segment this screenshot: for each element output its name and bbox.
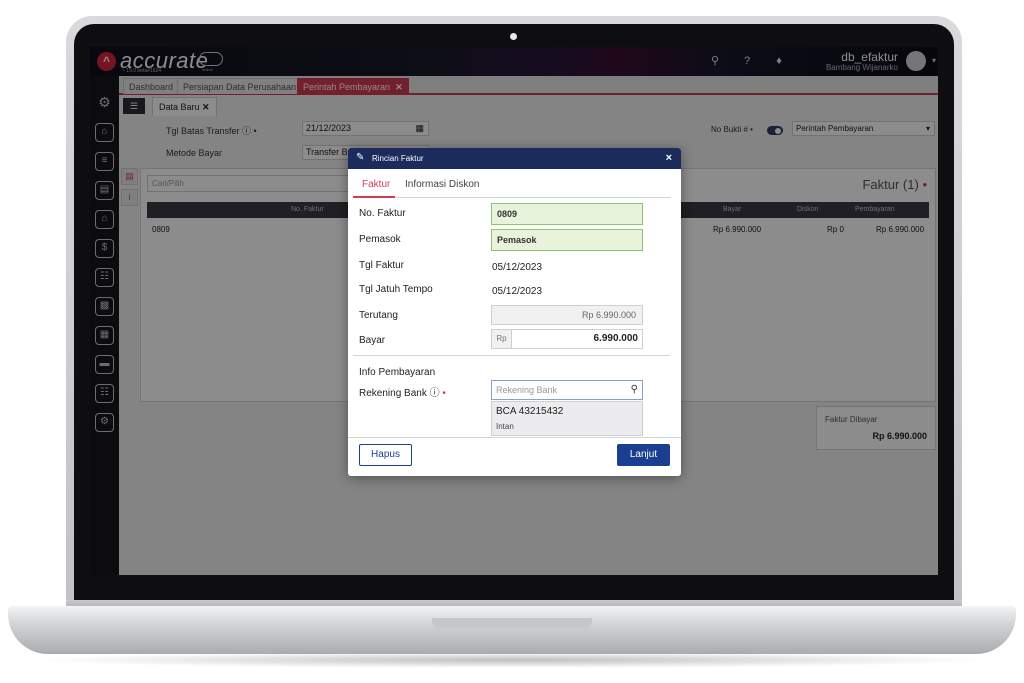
rekening-bank-input[interactable]: Rekening Bank ⚲ (491, 380, 643, 400)
rekening-bank-dropdown[interactable]: BCA 43215432 Intan (491, 401, 643, 436)
bayar-field[interactable]: Rp 6.990.000 (491, 329, 643, 349)
lanjut-button[interactable]: Lanjut (617, 444, 670, 466)
laptop-notch (432, 618, 592, 628)
bayar-value: 6.990.000 (593, 333, 639, 344)
tgl-faktur-label: Tgl Faktur (359, 260, 405, 271)
rekening-bank-label: Rekening Bank ⓘ • (359, 384, 446, 399)
active-tab-indicator (353, 196, 395, 198)
close-icon[interactable]: × (666, 148, 672, 169)
search-icon[interactable]: ⚲ (631, 381, 638, 399)
laptop-shadow (30, 652, 994, 668)
required-dot: • (442, 388, 446, 399)
screen: ^ accurate ~ 15.0 beta#1624 online ⚲ ? ♦… (90, 47, 938, 575)
rekening-bank-label-text: Rekening Bank ⓘ (359, 388, 440, 399)
bayar-label: Bayar (359, 335, 386, 346)
dropdown-option-title[interactable]: BCA 43215432 (496, 406, 563, 417)
section-divider (353, 355, 670, 356)
tgl-jatuh-tempo-label: Tgl Jatuh Tempo (359, 284, 433, 295)
footer-divider (348, 437, 681, 438)
terutang-label: Terutang (359, 310, 398, 321)
tab-informasi-diskon[interactable]: Informasi Diskon (405, 179, 479, 190)
modal-title: Rincian Faktur (372, 154, 424, 163)
terutang-field: Rp 6.990.000 (491, 305, 643, 325)
tgl-jatuh-tempo-value: 05/12/2023 (492, 286, 543, 297)
hapus-button[interactable]: Hapus (359, 444, 412, 466)
laptop-base (8, 606, 1016, 654)
modal-header: ✎ Rincian Faktur × (348, 148, 681, 169)
pemasok-field[interactable]: Pemasok (491, 229, 643, 251)
no-faktur-label: No. Faktur (359, 208, 406, 219)
camera-icon (510, 33, 517, 40)
tab-divider (353, 197, 671, 198)
rincian-faktur-modal: ✎ Rincian Faktur × Faktur Informasi Disk… (348, 148, 681, 476)
info-pembayaran-heading: Info Pembayaran (359, 367, 436, 378)
pemasok-label: Pemasok (359, 234, 401, 245)
dropdown-option-sub[interactable]: Intan (496, 422, 514, 431)
pencil-icon: ✎ (356, 152, 365, 163)
tgl-faktur-value: 05/12/2023 (492, 262, 543, 273)
tab-faktur[interactable]: Faktur (362, 179, 390, 190)
currency-prefix: Rp (492, 330, 512, 348)
no-faktur-field[interactable]: 0809 (491, 203, 643, 225)
rekening-bank-placeholder: Rekening Bank (496, 385, 558, 395)
